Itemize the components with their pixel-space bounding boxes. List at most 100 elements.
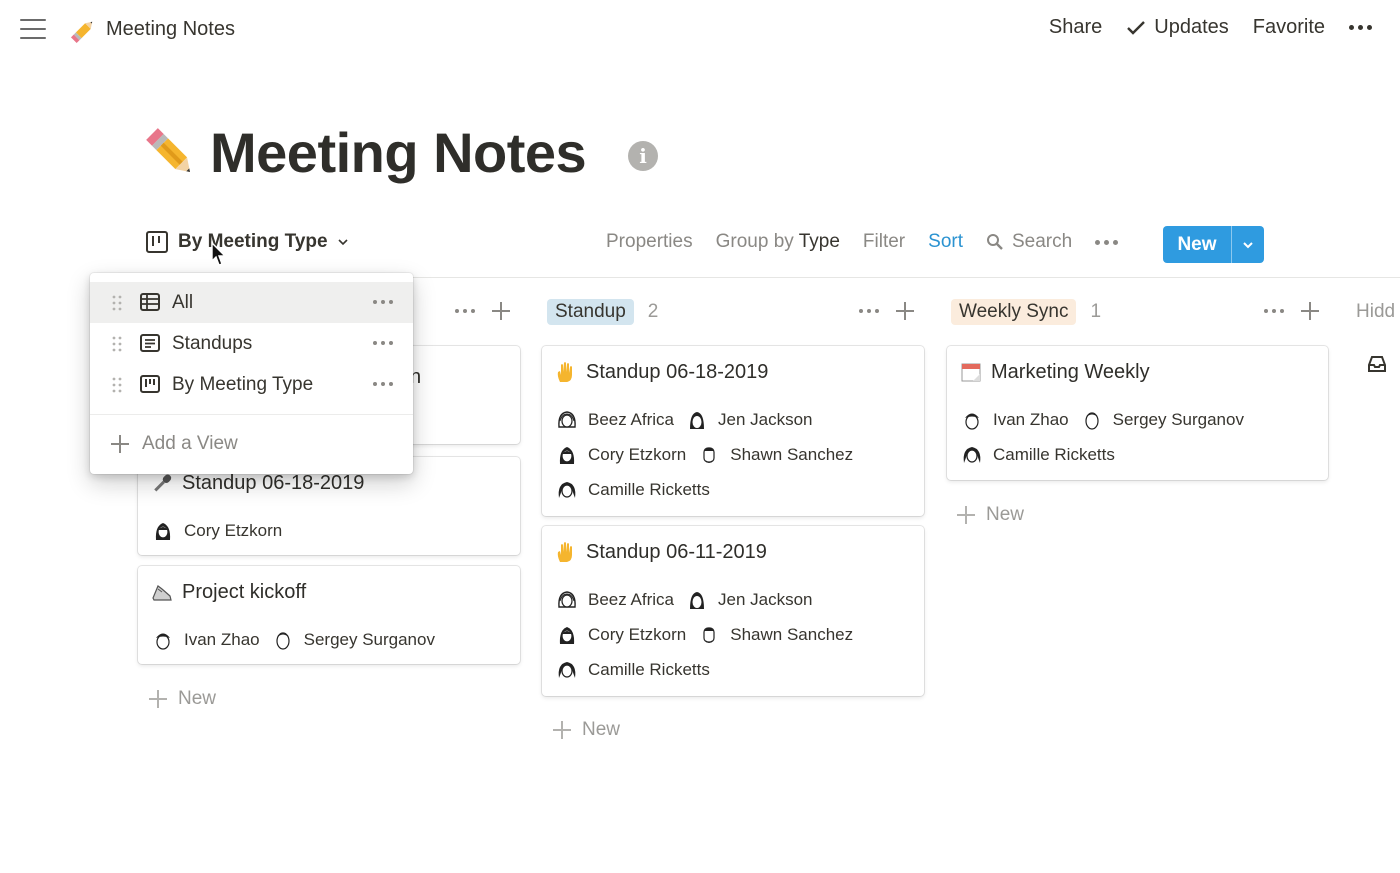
info-icon[interactable]: i [628, 141, 658, 171]
add-new-card-button[interactable]: New [552, 719, 620, 741]
table-icon [140, 293, 160, 311]
person: Beez Africa [556, 589, 674, 611]
avatar [558, 661, 576, 678]
plus-icon [148, 689, 168, 709]
card-title-row: Standup 06-18-2019 [150, 471, 364, 495]
person-name: Shawn Sanchez [730, 444, 854, 464]
share-button[interactable]: Share [1049, 16, 1102, 39]
board-card[interactable]: Standup 06-18-2019 Beez Africa Jen Jacks… [542, 346, 924, 516]
add-new-card-button[interactable]: New [956, 504, 1024, 526]
drag-handle-icon[interactable] [112, 336, 122, 352]
board-card[interactable]: Standup 06-11-2019 Beez Africa Jen Jacks… [542, 526, 924, 696]
breadcrumb-title[interactable]: Meeting Notes [106, 18, 235, 41]
plus-icon [110, 434, 130, 454]
person-name: Beez Africa [588, 409, 674, 429]
favorite-button[interactable]: Favorite [1253, 16, 1325, 39]
group-by-value: Type [798, 231, 840, 252]
properties-button[interactable]: Properties [606, 231, 693, 253]
plus-icon [552, 720, 572, 740]
add-card-icon[interactable] [491, 301, 511, 321]
person: Shawn Sanchez [698, 624, 853, 646]
card-title: Standup 06-18-2019 [586, 360, 769, 383]
add-card-icon[interactable] [895, 301, 915, 321]
board-card[interactable]: Marketing Weekly Ivan Zhao Sergey Surgan… [947, 346, 1328, 480]
updates-button[interactable]: Updates [1126, 16, 1229, 39]
avatar [155, 522, 171, 540]
top-actions: Share Updates Favorite [1049, 16, 1372, 39]
avatar [1085, 411, 1099, 430]
column-tools [455, 301, 511, 321]
avatar [690, 591, 704, 609]
chevron-down-icon [337, 239, 348, 246]
menu-item-all[interactable]: All [90, 282, 413, 323]
person: Sergey Surganov [1081, 409, 1244, 431]
person-name: Sergey Surganov [303, 629, 435, 649]
column-header: Standup 2 [547, 299, 658, 325]
current-view-label: By Meeting Type [178, 231, 328, 252]
sort-button[interactable]: Sort [928, 231, 963, 253]
drag-handle-icon[interactable] [112, 295, 122, 311]
avatar [690, 411, 704, 429]
person: Camille Ricketts [556, 479, 710, 501]
top-bar: Meeting Notes Share Updates Favorite [0, 0, 1400, 62]
person: Cory Etzkorn [556, 624, 686, 646]
filter-button[interactable]: Filter [863, 231, 905, 253]
view-switcher[interactable]: By Meeting Type [146, 231, 348, 253]
avatar [559, 446, 575, 464]
drag-handle-icon[interactable] [112, 377, 122, 393]
more-options-icon[interactable] [373, 341, 393, 345]
column-tag[interactable]: Standup [547, 299, 634, 325]
card-title-row: Standup 06-18-2019 [554, 360, 768, 384]
add-card-icon[interactable] [1300, 301, 1320, 321]
add-view-label: Add a View [142, 433, 238, 454]
person-name: Camille Ricketts [588, 659, 710, 679]
avatar [558, 481, 576, 498]
board-card[interactable]: Project kickoff Ivan Zhao Sergey Surgano… [138, 566, 520, 664]
add-view-button[interactable]: Add a View [110, 433, 238, 455]
new-button[interactable]: New [1163, 226, 1264, 263]
more-options-icon[interactable] [1349, 25, 1372, 30]
add-new-label: New [178, 688, 217, 709]
menu-item-label: By Meeting Type [172, 374, 314, 395]
group-by-button[interactable]: Group by Type [716, 231, 840, 253]
card-title-row: Standup 06-11-2019 [554, 540, 767, 564]
people-list: Cory Etzkorn [152, 513, 294, 548]
menu-icon[interactable] [20, 19, 46, 41]
column-tag[interactable]: Weekly Sync [951, 299, 1077, 325]
column-count: 1 [1090, 301, 1102, 322]
menu-item-label: Standups [172, 333, 253, 354]
board-icon [146, 231, 168, 253]
person: Beez Africa [556, 409, 674, 431]
more-options-icon[interactable] [373, 382, 393, 386]
more-options-icon[interactable] [1264, 309, 1284, 313]
view-switcher-menu: All Standups By Meeting Type Add a View [90, 273, 413, 474]
hidden-columns-label[interactable]: Hidd [1356, 301, 1395, 323]
more-options-icon[interactable] [859, 309, 879, 313]
more-options-icon[interactable] [1095, 239, 1119, 245]
raised-hand-icon [557, 542, 572, 562]
microphone-icon [154, 474, 172, 492]
database-toolbar: Properties Group by Type Filter Sort Sea… [606, 231, 1119, 253]
person: Sergey Surganov [272, 629, 435, 651]
person-name: Jen Jackson [718, 589, 813, 609]
mouse-cursor-icon [211, 241, 227, 266]
search-label: Search [1012, 231, 1073, 252]
more-options-icon[interactable] [455, 309, 475, 313]
person-name: Cory Etzkorn [588, 444, 687, 464]
inbox-icon [1368, 356, 1386, 372]
new-dropdown-button[interactable] [1232, 226, 1264, 263]
card-title: Standup 06-11-2019 [586, 540, 767, 563]
more-options-icon[interactable] [373, 300, 393, 304]
add-new-card-button[interactable]: New [148, 688, 216, 710]
person-name: Beez Africa [588, 589, 674, 609]
column-count: 2 [647, 301, 659, 322]
list-icon [140, 334, 160, 352]
menu-item-by-meeting-type[interactable]: By Meeting Type [90, 364, 413, 405]
person: Jen Jackson [686, 409, 813, 431]
person: Cory Etzkorn [152, 520, 282, 542]
search-button[interactable]: Search [986, 231, 1072, 253]
pencil-icon [70, 21, 93, 44]
add-new-label: New [986, 504, 1025, 525]
menu-item-standups[interactable]: Standups [90, 323, 413, 364]
page-title[interactable]: Meeting Notes [210, 120, 587, 185]
